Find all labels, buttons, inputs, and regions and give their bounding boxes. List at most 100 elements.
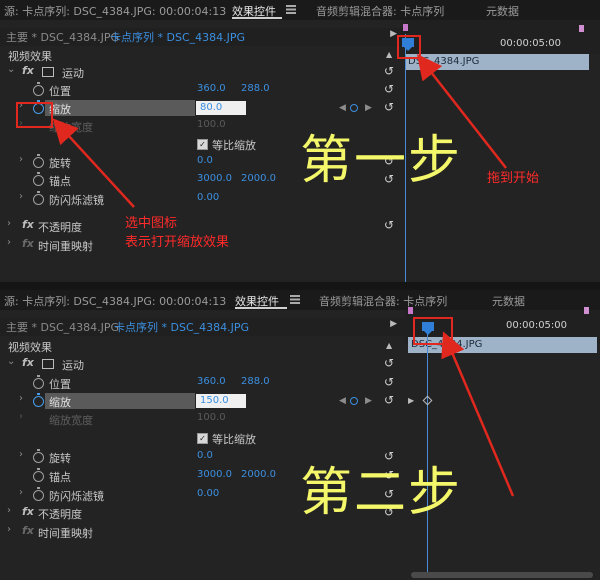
uniform-scale-checkbox[interactable]: ✓ (197, 433, 208, 444)
chevron-right-icon[interactable]: › (19, 154, 23, 165)
chevron-right-icon[interactable]: › (7, 218, 11, 229)
chevron-right-icon[interactable]: › (7, 505, 11, 516)
reset-icon[interactable]: ↺ (384, 82, 394, 96)
annotation-open-scale: 表示打开缩放效果 (125, 235, 230, 250)
sequence-clip-label[interactable]: 卡点序列 * DSC_4384.JPG (114, 319, 249, 335)
anti-flicker-label: 防闪烁滤镜 (49, 194, 104, 207)
scale-width-value: 100.0 (197, 119, 226, 130)
chevron-right-icon[interactable]: › (7, 524, 11, 535)
scale-value[interactable]: 80.0 (200, 102, 222, 113)
rotation-value[interactable]: 0.0 (197, 155, 213, 166)
timeline-scrollbar[interactable] (411, 572, 593, 578)
motion-row[interactable]: ⌄ fx 运动 ↺ (0, 63, 405, 81)
position-y-value[interactable]: 288.0 (241, 83, 270, 94)
anti-flicker-value[interactable]: 0.00 (197, 488, 219, 499)
chevron-down-icon[interactable]: ⌄ (7, 64, 15, 75)
keyframe-icon[interactable] (422, 395, 433, 406)
fx-icon[interactable]: fx (22, 64, 34, 77)
uniform-scale-row: ✓ 等比缩放 (0, 429, 405, 447)
step-one-text: 第一步 (300, 131, 463, 191)
stopwatch-icon[interactable] (33, 191, 44, 205)
uniform-scale-label: 等比缩放 (212, 433, 256, 446)
stopwatch-icon[interactable] (33, 172, 44, 186)
chevron-down-icon[interactable]: ⌄ (7, 356, 15, 367)
step-two-text: 第二步 (300, 463, 463, 523)
chevron-right-icon[interactable]: › (19, 449, 23, 460)
tab-metadata[interactable]: 元数据 (486, 3, 519, 19)
effect-controls-panel-step1: 源: 卡点序列: DSC_4384.JPG: 00:00:04:13 效果控件 … (0, 0, 600, 290)
uniform-scale-checkbox[interactable]: ✓ (197, 139, 208, 150)
panel-tab-bar: 源: 卡点序列: DSC_4384.JPG: 00:00:04:13 效果控件 … (0, 0, 600, 20)
fx-icon[interactable]: fx (22, 218, 34, 231)
reset-icon[interactable]: ↺ (384, 356, 394, 370)
chevron-right-icon[interactable]: › (19, 487, 23, 498)
anchor-x-value[interactable]: 3000.0 (197, 173, 232, 184)
playhead-line (427, 324, 428, 574)
timecode-label: 00:00:05:00 (500, 38, 562, 49)
scale-row: › 缩放 80.0 ◀ ▶ ↺ (0, 99, 405, 117)
collapse-up-icon[interactable]: ▲ (386, 50, 392, 59)
chevron-right-icon[interactable]: › (19, 191, 23, 202)
sequence-clip-label[interactable]: 卡点序列 * DSC_4384.JPG (110, 29, 245, 45)
clip-bar[interactable]: DSC_4384.JPG (405, 54, 589, 70)
stopwatch-icon[interactable] (33, 449, 44, 463)
fx-icon[interactable]: fx (22, 356, 34, 369)
start-marker-icon (408, 307, 413, 314)
motion-row[interactable]: ⌄ fx 运动 ↺ (0, 355, 405, 373)
anchor-y-value[interactable]: 2000.0 (241, 469, 276, 480)
stopwatch-icon[interactable] (33, 375, 44, 389)
stopwatch-icon[interactable] (33, 82, 44, 96)
rotation-value[interactable]: 0.0 (197, 450, 213, 461)
scale-input[interactable]: 150.0 (196, 394, 246, 408)
time-remap-row[interactable]: › fx 时间重映射 (0, 523, 405, 541)
master-clip-label[interactable]: 主要 * DSC_4384.JPG (6, 29, 119, 45)
anchor-y-value[interactable]: 2000.0 (241, 173, 276, 184)
scale-input[interactable]: 80.0 (196, 101, 246, 115)
position-label: 位置 (49, 85, 71, 98)
stopwatch-icon[interactable] (33, 393, 44, 407)
collapse-up-icon[interactable]: ▲ (386, 341, 392, 350)
start-marker-icon (403, 24, 408, 31)
position-x-value[interactable]: 360.0 (197, 376, 226, 387)
tab-source[interactable]: 源: 卡点序列: DSC_4384.JPG: 00:00:04:13 (4, 3, 226, 19)
play-only-icon[interactable]: ▶ (390, 29, 397, 39)
tab-metadata[interactable]: 元数据 (492, 293, 525, 309)
previous-keyframe-icon[interactable]: ◀ (339, 103, 346, 113)
tab-audio-clip-mixer[interactable]: 音频剪辑混合器: 卡点序列 (319, 293, 447, 309)
tab-audio-clip-mixer[interactable]: 音频剪辑混合器: 卡点序列 (316, 3, 444, 19)
opacity-label: 不透明度 (38, 221, 82, 234)
end-marker-icon[interactable] (584, 307, 589, 314)
next-keyframe-icon[interactable]: ▶ (365, 103, 372, 113)
anti-flicker-value[interactable]: 0.00 (197, 192, 219, 203)
end-marker-icon[interactable] (579, 25, 584, 32)
add-keyframe-icon[interactable] (350, 104, 358, 112)
time-remap-label: 时间重映射 (38, 527, 93, 540)
master-clip-label[interactable]: 主要 * DSC_4384.JPG (6, 319, 119, 335)
scale-value[interactable]: 150.0 (200, 395, 229, 406)
fx-icon[interactable]: fx (22, 505, 34, 518)
anchor-x-value[interactable]: 3000.0 (197, 469, 232, 480)
chevron-right-icon[interactable]: › (7, 237, 11, 248)
play-only-icon[interactable]: ▶ (390, 319, 397, 329)
reset-icon[interactable]: ↺ (384, 100, 394, 114)
panel-tab-bar: 源: 卡点序列: DSC_4384.JPG: 00:00:04:13 效果控件 … (0, 290, 600, 310)
reset-icon[interactable]: ↺ (384, 218, 394, 232)
reset-icon[interactable]: ↺ (384, 375, 394, 389)
annotation-drag-start: 拖到开始 (487, 171, 540, 186)
reset-icon[interactable]: ↺ (384, 393, 394, 407)
chevron-right-icon[interactable]: › (19, 393, 23, 404)
position-x-value[interactable]: 360.0 (197, 83, 226, 94)
next-keyframe-icon[interactable]: ▶ (365, 396, 372, 406)
position-y-value[interactable]: 288.0 (241, 376, 270, 387)
scale-label: 缩放 (49, 396, 71, 409)
previous-keyframe-icon[interactable]: ◀ (339, 396, 346, 406)
stopwatch-icon[interactable] (33, 468, 44, 482)
stopwatch-icon[interactable] (33, 487, 44, 501)
stopwatch-icon[interactable] (33, 154, 44, 168)
reset-icon[interactable]: ↺ (384, 64, 394, 78)
panel-menu-icon[interactable] (290, 295, 300, 304)
panel-menu-icon[interactable] (286, 5, 296, 14)
tab-source[interactable]: 源: 卡点序列: DSC_4384.JPG: 00:00:04:13 (4, 293, 226, 309)
add-keyframe-icon[interactable] (350, 397, 358, 405)
keyframe-nav-arrow-icon[interactable]: ▶ (408, 396, 414, 405)
